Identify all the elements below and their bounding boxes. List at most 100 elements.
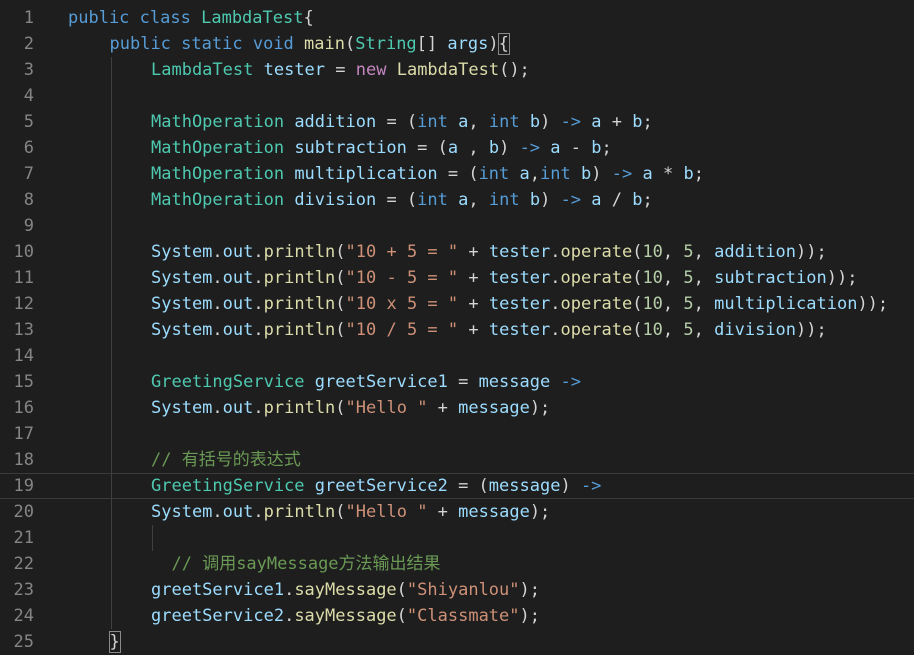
code-token: sayMessage [294, 606, 397, 626]
code-line[interactable]: 17 [0, 421, 914, 447]
code-token: ( [396, 606, 407, 626]
code-token: -> [560, 372, 581, 392]
code-line[interactable]: 18 // 有括号的表达式 [0, 447, 914, 473]
code-token: addition [714, 242, 797, 262]
code-line[interactable]: 10 System.out.println("10 + 5 = " + teste… [0, 239, 914, 265]
code-line[interactable]: 24 greetService2.sayMessage("Classmate"); [0, 603, 914, 629]
code-token: { [497, 33, 510, 55]
code-token: operate [560, 242, 633, 262]
code-line[interactable]: 3 LambdaTest tester = new LambdaTest(); [0, 57, 914, 83]
code-token: addition [294, 112, 377, 132]
code-line[interactable]: 12 System.out.println("10 x 5 = " + teste… [0, 291, 914, 317]
code-token: + [458, 242, 489, 262]
code-token: message [458, 502, 530, 522]
code-token: . [284, 606, 295, 626]
code-token: println [263, 502, 336, 522]
code-token: ( [335, 398, 346, 418]
code-line[interactable]: 11 System.out.println("10 - 5 = " + teste… [0, 265, 914, 291]
code-line[interactable]: 4 [0, 83, 914, 109]
code-token: tester [488, 294, 551, 314]
code-line[interactable]: 25} [0, 629, 914, 655]
line-number: 15 [13, 372, 34, 392]
code-token: )); [796, 320, 827, 340]
indent-guide [111, 577, 112, 603]
code-token: * [652, 164, 684, 184]
code-line[interactable]: 20 System.out.println("Hello " + message)… [0, 499, 914, 525]
code-text: System.out.println("10 / 5 = " + tester.… [151, 317, 827, 343]
code-token: ( [335, 502, 346, 522]
code-token: "Hello " [345, 398, 428, 418]
code-token: , [662, 320, 684, 340]
code-text: System.out.println("10 + 5 = " + tester.… [151, 239, 827, 265]
code-token: System [151, 294, 213, 314]
indent-guide [111, 57, 112, 83]
code-token: = ( [376, 190, 418, 210]
code-line[interactable]: 9 [0, 213, 914, 239]
code-token: -> [560, 112, 582, 132]
code-token: public [109, 34, 171, 54]
line-number: 14 [13, 346, 34, 366]
code-token: GreetingService [151, 476, 305, 496]
line-number: 16 [13, 398, 34, 418]
code-token: "Classmate" [406, 606, 520, 626]
code-token: , [693, 242, 715, 262]
code-line[interactable]: 13 System.out.println("10 / 5 = " + teste… [0, 317, 914, 343]
code-token: ) [560, 476, 581, 496]
code-line[interactable]: 21 [0, 525, 914, 551]
code-token: a [458, 190, 469, 210]
code-token: ) [499, 138, 520, 158]
line-number: 25 [13, 632, 34, 652]
code-token: = ( [376, 112, 418, 132]
indent-guide [111, 447, 112, 473]
code-token: + [427, 398, 459, 418]
code-token: 10 [642, 294, 663, 314]
code-line[interactable]: 5 MathOperation addition = (int a, int b)… [0, 109, 914, 135]
code-token: . [253, 294, 264, 314]
code-line[interactable]: 6 MathOperation subtraction = (a , b) -> … [0, 135, 914, 161]
code-token: ) [488, 34, 499, 54]
code-token: LambdaTest [396, 60, 500, 80]
code-token: out [222, 242, 254, 262]
code-line[interactable]: 2 public static void main(String[] args){ [0, 31, 914, 57]
code-token: tester [488, 320, 551, 340]
code-token: , [693, 268, 715, 288]
code-text: System.out.println("Hello " + message); [151, 395, 550, 421]
code-token: } [108, 631, 121, 653]
code-line[interactable]: 7 MathOperation multiplication = (int a,i… [0, 161, 914, 187]
code-token: main [304, 34, 345, 54]
code-line[interactable]: 16 System.out.println("Hello " + message)… [0, 395, 914, 421]
code-line[interactable]: 22 // 调用sayMessage方法输出结果 [0, 551, 914, 577]
code-token: b [632, 190, 643, 210]
code-token: operate [560, 320, 633, 340]
code-token: b [632, 112, 643, 132]
code-text: GreetingService greetService2 = (message… [151, 473, 601, 499]
code-token: sayMessage [294, 580, 397, 600]
code-line[interactable]: 19 GreetingService greetService2 = (messa… [0, 473, 914, 499]
code-token: a [447, 138, 459, 158]
code-line[interactable]: 8 MathOperation division = (int a, int b)… [0, 187, 914, 213]
code-token: LambdaTest [201, 8, 304, 28]
code-token: static [181, 34, 243, 54]
code-token: a [642, 164, 653, 184]
code-token: "Hello " [345, 502, 428, 522]
indent-guide [111, 369, 112, 395]
code-line[interactable]: 23 greetService1.sayMessage("Shiyanlou"); [0, 577, 914, 603]
code-editor[interactable]: 1 public class LambdaTest{2 public static … [0, 0, 914, 655]
code-token: MathOperation [151, 190, 285, 210]
code-line[interactable]: 14 [0, 343, 914, 369]
code-token: println [263, 242, 336, 262]
code-line[interactable]: 15 GreetingService greetService1 = messag… [0, 369, 914, 395]
code-token: - [560, 138, 592, 158]
code-token: MathOperation [151, 138, 285, 158]
indent-guide [111, 395, 112, 421]
code-token: . [253, 502, 264, 522]
code-line[interactable]: 1 public class LambdaTest{ [0, 5, 914, 31]
line-number: 8 [23, 190, 34, 210]
